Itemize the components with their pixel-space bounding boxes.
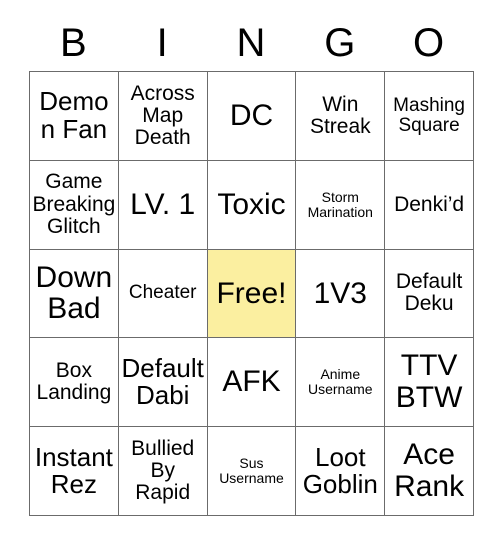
bingo-cell-label: DC: [229, 99, 274, 132]
bingo-row: Demon Fan Across Map Death DC Win Streak…: [30, 72, 474, 161]
bingo-cell-label: Denki’d: [394, 192, 465, 216]
bingo-cell-label: Demon Fan: [39, 86, 109, 144]
bingo-cell[interactable]: Default Deku: [385, 249, 474, 339]
bingo-cell[interactable]: Mashing Square: [385, 72, 474, 161]
bingo-header-letter-i: I: [156, 20, 168, 65]
bingo-cell[interactable]: Storm Marination: [296, 160, 386, 250]
bingo-cell[interactable]: Down Bad: [30, 249, 119, 339]
bingo-cell-label: Default Deku: [395, 270, 463, 316]
bingo-cell[interactable]: 1V3: [296, 249, 386, 339]
bingo-cell[interactable]: DC: [207, 72, 297, 161]
bingo-cell[interactable]: Ace Rank: [385, 427, 474, 516]
bingo-cell-label: Ace Rank: [394, 438, 465, 504]
bingo-header-letter-b: B: [60, 20, 87, 65]
bingo-header-row: B I N G O: [29, 14, 473, 71]
bingo-cell[interactable]: LV. 1: [118, 160, 208, 250]
bingo-cell-label: Mashing Square: [393, 94, 465, 136]
bingo-cell[interactable]: Default Dabi: [118, 338, 208, 428]
bingo-cell[interactable]: Loot Goblin: [296, 427, 386, 516]
bingo-cell-label: Across Map Death: [130, 81, 195, 150]
bingo-cell[interactable]: Bullied By Rapid: [118, 427, 208, 516]
bingo-cell-label: Instant Rez: [34, 441, 113, 500]
bingo-cell[interactable]: Denki’d: [385, 160, 474, 250]
bingo-cell[interactable]: Instant Rez: [30, 427, 119, 516]
bingo-cell-label: TTV BTW: [395, 349, 463, 415]
bingo-cell[interactable]: Across Map Death: [118, 72, 208, 161]
bingo-header-letter-n: N: [236, 20, 266, 65]
bingo-cell[interactable]: Cheater: [118, 249, 208, 339]
bingo-card: B I N G O Demon Fan Across Map Death DC …: [29, 14, 474, 516]
bingo-cell-label: Down Bad: [35, 260, 113, 326]
bingo-row: Box Landing Default Dabi AFK Anime Usern…: [30, 338, 474, 428]
bingo-header-letter-o: O: [413, 20, 445, 65]
bingo-cell-label: Default Dabi: [121, 352, 204, 411]
bingo-header-letter-g: G: [324, 20, 356, 65]
bingo-cell-label: Toxic: [217, 187, 286, 221]
bingo-row: Instant Rez Bullied By Rapid Sus Usernam…: [30, 427, 474, 516]
bingo-cell-label: Loot Goblin: [302, 441, 378, 500]
bingo-cell-label: Game Breaking Glitch: [32, 170, 116, 238]
bingo-cell-label: Bullied By Rapid: [131, 436, 195, 505]
bingo-cell-label: Box Landing: [36, 359, 112, 405]
bingo-cell-label: AFK: [222, 365, 281, 399]
bingo-cell[interactable]: Toxic: [207, 160, 297, 250]
bingo-free-space[interactable]: Free!: [207, 249, 297, 339]
bingo-cell[interactable]: AFK: [207, 338, 297, 428]
bingo-cell[interactable]: TTV BTW: [385, 338, 474, 428]
bingo-cell-label: Storm Marination: [307, 188, 373, 220]
bingo-cell[interactable]: Game Breaking Glitch: [30, 160, 119, 250]
bingo-cell-label: Sus Username: [219, 455, 284, 487]
bingo-grid: Demon Fan Across Map Death DC Win Streak…: [29, 71, 474, 516]
bingo-cell[interactable]: Win Streak: [296, 72, 386, 161]
bingo-cell-label: 1V3: [313, 276, 367, 310]
bingo-cell-label: LV. 1: [130, 187, 196, 221]
bingo-cell-label: Cheater: [128, 282, 197, 304]
bingo-free-space-label: Free!: [216, 276, 287, 310]
bingo-cell-label: Anime Username: [307, 366, 373, 398]
bingo-cell[interactable]: Sus Username: [207, 427, 297, 516]
bingo-row: Game Breaking Glitch LV. 1 Toxic Storm M…: [30, 160, 474, 250]
bingo-cell[interactable]: Demon Fan: [30, 72, 119, 161]
bingo-row: Down Bad Cheater Free! 1V3 Default Deku: [30, 249, 474, 339]
bingo-cell[interactable]: Box Landing: [30, 338, 119, 428]
bingo-cell-label: Win Streak: [309, 92, 371, 138]
bingo-cell[interactable]: Anime Username: [296, 338, 386, 428]
